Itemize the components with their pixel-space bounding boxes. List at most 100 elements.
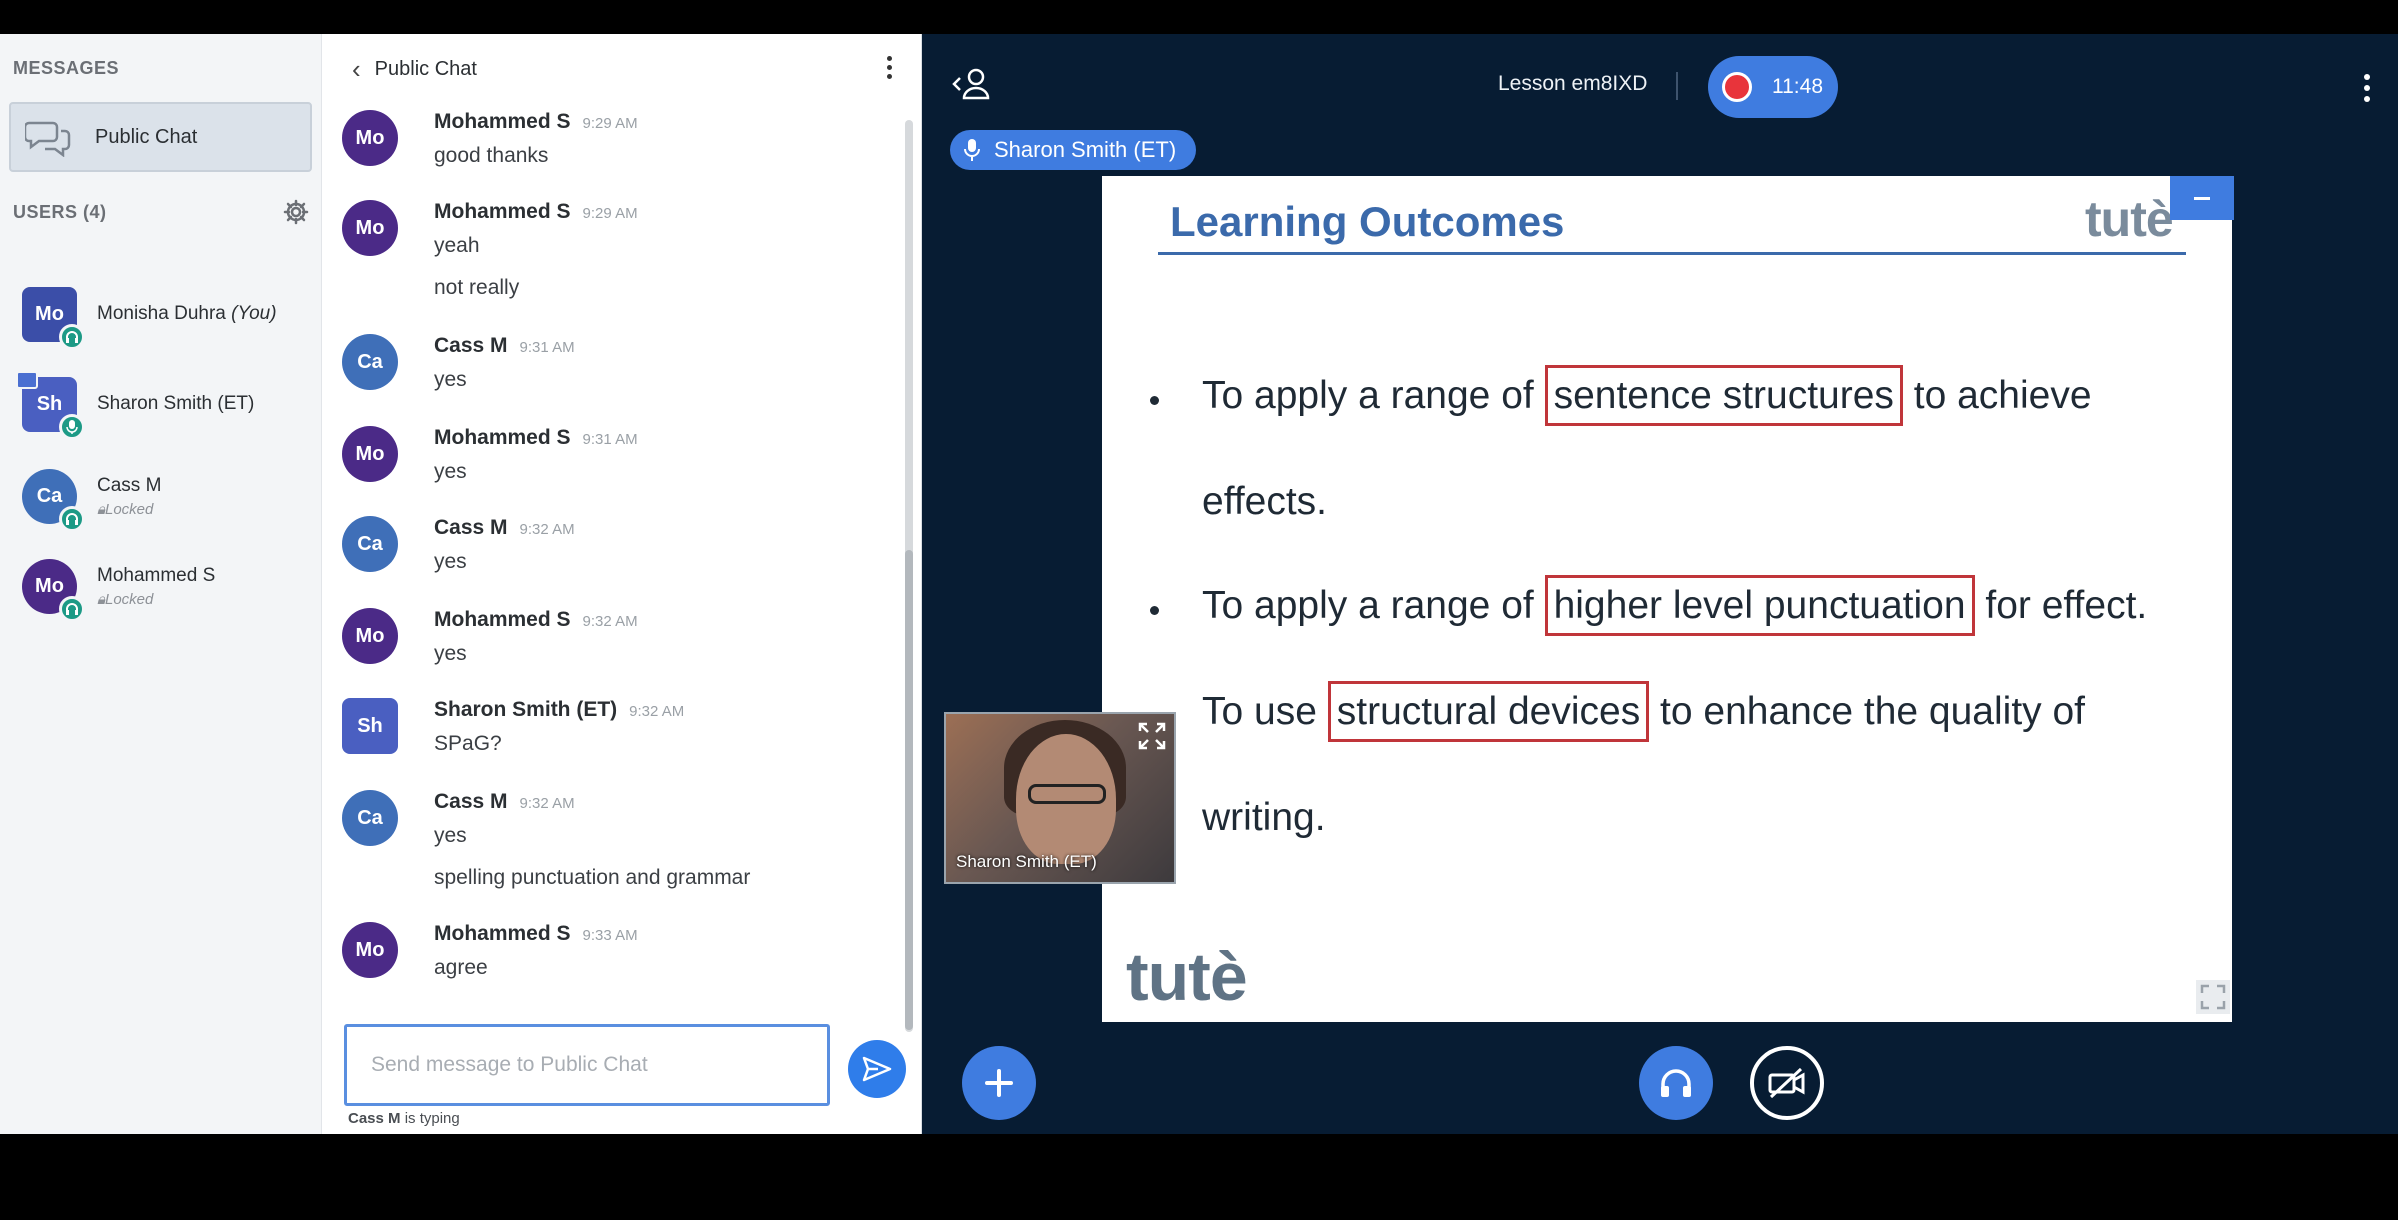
user-item-monisha[interactable]: Mo Monisha Duhra (You)	[22, 284, 312, 350]
avatar: Mo	[22, 286, 85, 350]
message-time: 9:32 AM	[519, 795, 575, 812]
message-sender: Cass M	[434, 334, 508, 357]
slide-title-rule	[1158, 252, 2186, 255]
send-icon	[862, 1056, 892, 1082]
avatar: Mo	[342, 200, 398, 256]
headphones-icon	[1661, 1069, 1691, 1097]
message-text: yes	[434, 368, 467, 391]
recording-time: 11:48	[1772, 75, 1823, 98]
users-header: USERS (4)	[13, 199, 309, 225]
user-item-cass[interactable]: Ca Cass M 🔒︎Locked	[22, 466, 312, 532]
microphone-icon	[964, 139, 980, 161]
minimize-presentation-button[interactable]	[2170, 176, 2234, 220]
slide-bullet-1-cont: effects.	[1202, 480, 1328, 523]
talking-indicator: Sharon Smith (ET)	[950, 130, 1197, 170]
user-name: Monisha Duhra (You)	[97, 303, 277, 324]
expand-video-icon[interactable]	[1138, 722, 1166, 750]
record-icon	[1722, 72, 1752, 102]
avatar: Mo	[342, 608, 398, 664]
scrollbar-thumb[interactable]	[905, 550, 913, 1030]
locked-status: 🔒︎Locked	[97, 590, 154, 608]
message-sender: Mohammed S	[434, 922, 571, 945]
user-item-mohammed[interactable]: Mo Mohammed S 🔒︎Locked	[22, 556, 312, 622]
avatar-initials: Mo	[35, 302, 64, 325]
user-name: Cass M	[97, 474, 162, 496]
message-sender: Mohammed S	[434, 608, 571, 631]
public-chat-nav-item[interactable]: Public Chat	[9, 102, 312, 172]
presenter-icon	[16, 370, 38, 389]
message-text: spelling punctuation and grammar	[434, 866, 751, 889]
avatar: Mo	[22, 558, 85, 622]
message-sender: Mohammed S	[434, 110, 571, 133]
avatar-initials: Mo	[35, 574, 64, 597]
avatar: Ca	[342, 334, 398, 390]
options-kebab-icon[interactable]	[2364, 74, 2370, 107]
message-text: yes	[434, 642, 467, 665]
send-button[interactable]	[848, 1040, 906, 1098]
headset-status-icon	[59, 323, 85, 350]
bullet-dot	[1150, 396, 1159, 405]
typing-indicator: Cass M is typing	[348, 1110, 460, 1127]
webcam-user-label: Sharon Smith (ET)	[956, 852, 1097, 871]
user-name: Mohammed S	[97, 564, 216, 586]
fullscreen-icon[interactable]	[2196, 980, 2230, 1014]
microphone-status-icon	[59, 413, 85, 440]
minus-icon	[2194, 196, 2210, 200]
message-input[interactable]	[347, 1027, 827, 1103]
gear-icon[interactable]	[283, 199, 309, 225]
video-person-glasses	[1028, 784, 1106, 804]
chat-options-kebab-icon[interactable]	[887, 56, 893, 83]
toggle-userlist-icon[interactable]	[952, 64, 996, 104]
presentation-area: Lesson em8IXD 11:48 Sharon Smith (ET) Le…	[922, 34, 2398, 1134]
message-sender: Cass M	[434, 790, 508, 813]
message-sender: Cass M	[434, 516, 508, 539]
avatar: Sh	[16, 370, 85, 440]
messages-section-title: MESSAGES	[13, 58, 120, 78]
chat-scrollbar[interactable]	[905, 120, 913, 1032]
recording-indicator[interactable]: 11:48	[1708, 56, 1838, 118]
users-section-title: USERS (4)	[13, 201, 107, 222]
chat-title: Public Chat	[374, 57, 477, 80]
message-time: 9:31 AM	[582, 431, 638, 448]
webcam-video[interactable]: Sharon Smith (ET)	[944, 712, 1176, 884]
user-item-sharon[interactable]: Sh Sharon Smith (ET)	[16, 370, 312, 440]
message-time: 9:29 AM	[582, 115, 638, 132]
headset-status-icon	[59, 505, 85, 532]
message-time: 9:32 AM	[629, 703, 685, 720]
message-text: yes	[434, 460, 467, 483]
highlight-box: higher level punctuation	[1544, 575, 1975, 636]
message-text: yeah	[434, 234, 480, 257]
avatar: Ca	[22, 468, 85, 532]
highlight-box: sentence structures	[1544, 365, 1903, 426]
user-list-panel: MESSAGES Public Chat USERS (4) Mo Monish…	[0, 34, 322, 1134]
locked-status: 🔒︎Locked	[97, 500, 154, 518]
message-sender: Sharon Smith (ET)	[434, 698, 618, 721]
headset-status-icon	[59, 595, 85, 622]
slide-bullet-2: To apply a range of higher level punctua…	[1202, 575, 2147, 636]
message-sender: Mohammed S	[434, 200, 571, 223]
webcam-toggle-button[interactable]	[1750, 1046, 1824, 1120]
audio-button[interactable]	[1639, 1046, 1713, 1120]
avatar-initials: Ca	[36, 484, 63, 507]
back-chevron-icon[interactable]: ‹	[352, 54, 361, 85]
slide-bullet-3-cont: writing.	[1202, 796, 1326, 839]
slide-title: Learning Outcomes	[1170, 198, 1565, 245]
avatar: Mo	[342, 110, 398, 166]
message-text: yes	[434, 824, 467, 847]
message-time: 9:31 AM	[519, 339, 575, 356]
slide-brand-logo: tutè	[2085, 191, 2174, 247]
add-actions-button[interactable]	[962, 1046, 1036, 1120]
message-input-wrapper	[344, 1024, 830, 1106]
message-text: yes	[434, 550, 467, 573]
message-text: SPaG?	[434, 732, 502, 755]
message-time: 9:32 AM	[582, 613, 638, 630]
header-divider	[1676, 72, 1678, 100]
highlight-box: structural devices	[1327, 681, 1650, 742]
bullet-dot	[1150, 606, 1159, 615]
message-text: good thanks	[434, 144, 549, 167]
avatar: Ca	[342, 790, 398, 846]
avatar: Sh	[342, 698, 398, 754]
presentation-slide: Learning Outcomes tutè To apply a range …	[1102, 176, 2234, 1022]
app-window: MESSAGES Public Chat USERS (4) Mo Monish…	[0, 34, 2398, 1134]
avatar: Mo	[342, 426, 398, 482]
